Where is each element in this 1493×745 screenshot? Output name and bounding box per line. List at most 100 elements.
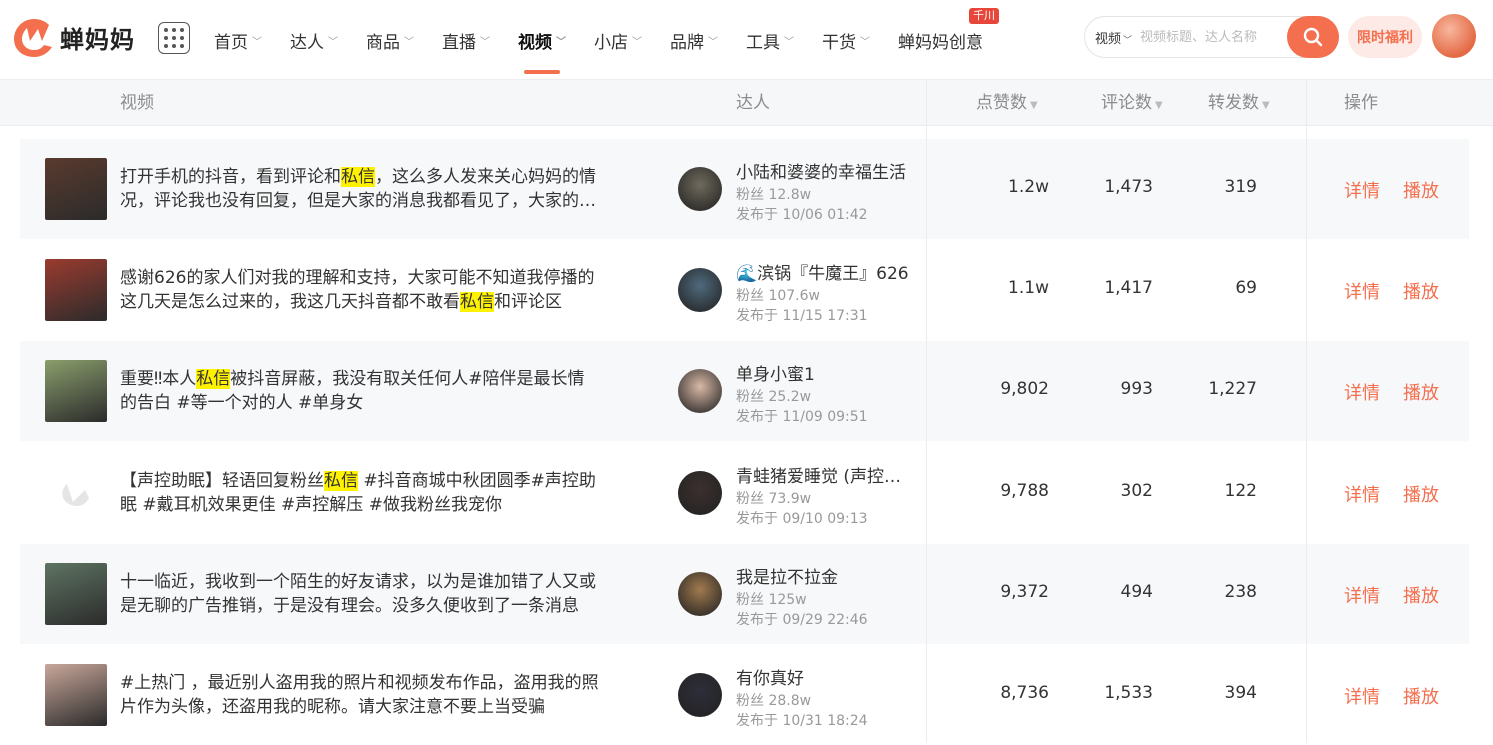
- play-link[interactable]: 播放: [1403, 683, 1439, 709]
- title-text: 【声控助眠】轻语回复粉丝: [120, 471, 324, 491]
- keyword-highlight: 私信: [341, 167, 375, 187]
- sort-icon: ▼: [1030, 100, 1038, 111]
- video-title[interactable]: 打开手机的抖音，看到评论和私信，这么多人发来关心妈妈的情况，评论我也没有回复，但…: [120, 165, 600, 213]
- creator-avatar[interactable]: [678, 471, 722, 515]
- header-shares[interactable]: 转发数 ▼: [1208, 80, 1270, 126]
- top-navigation: 蝉妈妈 首页 ﹀ 达人 ﹀ 商品 ﹀ 直播 ﹀ 视频 ﹀ 小店 ﹀ 品牌 ﹀ 工具 ﹀ 干货 ﹀ 蝉妈妈创意 千川 视…: [0, 0, 1493, 80]
- publish-date: 发布于 10/31 18:24: [736, 713, 868, 729]
- play-link[interactable]: 播放: [1403, 379, 1439, 405]
- video-thumbnail[interactable]: [45, 259, 107, 321]
- likes-count: 1.1w: [1008, 278, 1049, 298]
- search-input[interactable]: [1140, 29, 1281, 45]
- table-header: 视频 达人 点赞数 ▼ 评论数 ▼ 转发数 ▼ 操作: [0, 80, 1493, 126]
- nav-item[interactable]: 首页 ﹀: [200, 0, 276, 80]
- shares-count: 122: [1224, 481, 1257, 501]
- nav-item-label: 商品: [366, 32, 400, 53]
- nav-item[interactable]: 干货 ﹀: [808, 0, 884, 80]
- header-comments[interactable]: 评论数 ▼: [1101, 80, 1163, 126]
- creator-name[interactable]: 有你真好: [736, 664, 916, 689]
- detail-link[interactable]: 详情: [1344, 582, 1380, 608]
- apps-grid-button[interactable]: [158, 22, 190, 54]
- shares-count: 238: [1224, 582, 1257, 602]
- chevron-down-icon: ﹀: [252, 36, 262, 48]
- nav-item[interactable]: 蝉妈妈创意 千川: [884, 0, 999, 80]
- table-row: 重要‼本人私信被抖音屏蔽，我没有取关任何人#陪伴是最长情的告白 #等一个对的人 …: [20, 341, 1469, 441]
- chevron-down-icon: ﹀: [328, 36, 338, 48]
- user-avatar[interactable]: [1432, 14, 1476, 58]
- creator-fans: 粉丝 73.9w: [736, 491, 812, 507]
- creator-name[interactable]: 单身小蜜1: [736, 360, 916, 385]
- likes-count: 9,802: [1000, 379, 1049, 399]
- video-thumbnail[interactable]: [45, 664, 107, 726]
- creator-avatar[interactable]: [678, 167, 722, 211]
- detail-link[interactable]: 详情: [1344, 379, 1380, 405]
- brand-name: 蝉妈妈: [60, 25, 135, 54]
- play-link[interactable]: 播放: [1403, 582, 1439, 608]
- nav-item[interactable]: 小店 ﹀: [580, 0, 656, 80]
- nav-item-label: 首页: [214, 32, 248, 53]
- video-title[interactable]: 感谢626的家人们对我的理解和支持，大家可能不知道我停播的这几天是怎么过来的，我…: [120, 266, 600, 314]
- column-divider: [1306, 80, 1307, 743]
- search-icon: [1303, 27, 1323, 47]
- nav-item-label: 视频: [518, 32, 552, 53]
- video-title[interactable]: 【声控助眠】轻语回复粉丝私信 #抖音商城中秋团圆季#声控助眠 #戴耳机效果更佳 …: [120, 469, 600, 517]
- nav-item[interactable]: 品牌 ﹀: [656, 0, 732, 80]
- table-row: 【声控助眠】轻语回复粉丝私信 #抖音商城中秋团圆季#声控助眠 #戴耳机效果更佳 …: [20, 443, 1469, 543]
- creator-name[interactable]: 青蛙猪爱睡觉 (声控助眠): [736, 462, 916, 487]
- detail-link[interactable]: 详情: [1344, 481, 1380, 507]
- video-title[interactable]: 重要‼本人私信被抖音屏蔽，我没有取关任何人#陪伴是最长情的告白 #等一个对的人 …: [120, 367, 600, 415]
- video-title[interactable]: #上热门 ，最近别人盗用我的照片和视频发布作品，盗用我的照片作为头像，还盗用我的…: [120, 671, 600, 719]
- creator-name[interactable]: 我是拉不拉金: [736, 563, 916, 588]
- nav-item[interactable]: 直播 ﹀: [428, 0, 504, 80]
- title-text: 和评论区: [494, 292, 562, 312]
- comments-count: 1,417: [1104, 278, 1153, 298]
- video-title[interactable]: 十一临近，我收到一个陌生的好友请求，以为是谁加错了人又或是无聊的广告推销，于是没…: [120, 570, 600, 618]
- creator-avatar[interactable]: [678, 673, 722, 717]
- publish-date: 发布于 09/10 09:13: [736, 511, 868, 527]
- detail-link[interactable]: 详情: [1344, 177, 1380, 203]
- nav-item[interactable]: 工具 ﹀: [732, 0, 808, 80]
- play-link[interactable]: 播放: [1403, 177, 1439, 203]
- creator-avatar[interactable]: [678, 369, 722, 413]
- header-likes[interactable]: 点赞数 ▼: [976, 80, 1038, 126]
- nav-item-label: 品牌: [670, 32, 704, 53]
- nav-item[interactable]: 商品 ﹀: [352, 0, 428, 80]
- search-button[interactable]: [1287, 16, 1339, 58]
- column-divider: [926, 80, 927, 743]
- creator-fans: 粉丝 28.8w: [736, 693, 812, 709]
- creator-fans: 粉丝 125w: [736, 592, 807, 608]
- video-thumbnail[interactable]: [45, 360, 107, 422]
- nav-item[interactable]: 视频 ﹀: [504, 0, 580, 80]
- nav-item-label: 小店: [594, 32, 628, 53]
- shares-count: 1,227: [1208, 379, 1257, 399]
- video-thumbnail[interactable]: [45, 462, 107, 524]
- video-thumbnail[interactable]: [45, 158, 107, 220]
- nav-item[interactable]: 达人 ﹀: [276, 0, 352, 80]
- comments-count: 494: [1120, 582, 1153, 602]
- video-thumbnail[interactable]: [45, 563, 107, 625]
- play-link[interactable]: 播放: [1403, 278, 1439, 304]
- nav-item-label: 工具: [746, 32, 780, 53]
- keyword-highlight: 私信: [324, 471, 358, 491]
- nav-item-label: 干货: [822, 32, 856, 53]
- creator-avatar[interactable]: [678, 268, 722, 312]
- chevron-down-icon: ﹀: [480, 36, 490, 48]
- brand-logo[interactable]: 蝉妈妈: [12, 15, 135, 59]
- creator-name[interactable]: 小陆和婆婆的幸福生活: [736, 158, 916, 183]
- shares-count: 69: [1235, 278, 1257, 298]
- play-link[interactable]: 播放: [1403, 481, 1439, 507]
- publish-date: 发布于 11/15 17:31: [736, 308, 868, 324]
- chevron-down-icon: ﹀: [784, 36, 794, 48]
- title-text: 十一临近，我收到一个陌生的好友请求，以为是谁加错了人又或是无聊的广告推销，于是没…: [120, 572, 596, 616]
- creator-name[interactable]: 🌊滨锅『牛魔王』626: [736, 259, 916, 284]
- comments-count: 1,533: [1104, 683, 1153, 703]
- limited-offer-button[interactable]: 限时福利: [1348, 16, 1422, 58]
- nav-item-label: 达人: [290, 32, 324, 53]
- detail-link[interactable]: 详情: [1344, 278, 1380, 304]
- chevron-down-icon: ﹀: [860, 36, 870, 48]
- search-type-select[interactable]: 视频 ﹀: [1085, 28, 1132, 47]
- table-row: #上热门 ，最近别人盗用我的照片和视频发布作品，盗用我的照片作为头像，还盗用我的…: [20, 645, 1469, 745]
- creator-avatar[interactable]: [678, 572, 722, 616]
- creator-fans: 粉丝 107.6w: [736, 288, 820, 304]
- detail-link[interactable]: 详情: [1344, 683, 1380, 709]
